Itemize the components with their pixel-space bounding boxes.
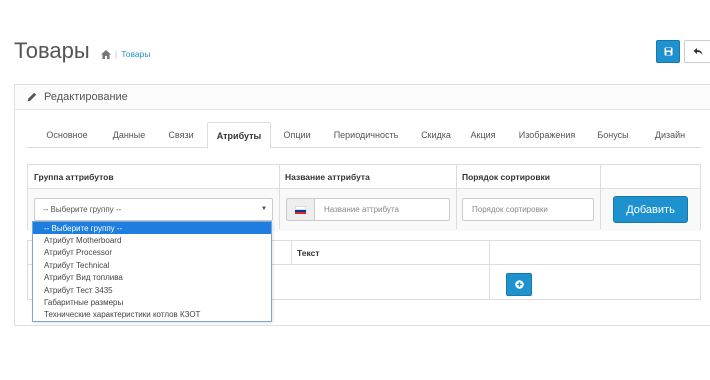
dropdown-option[interactable]: Атрибут Processor <box>33 247 271 259</box>
column-header-sort: Порядок сортировки <box>462 172 551 182</box>
dropdown-option[interactable]: Атрибут Motherboard <box>33 234 271 246</box>
column-header-name: Название аттрибута <box>285 172 370 182</box>
add-attribute-row-button[interactable] <box>506 273 532 296</box>
back-button[interactable] <box>684 40 710 63</box>
language-flag-addon <box>286 198 314 221</box>
dropdown-option[interactable]: Атрибут Тест 3435 <box>33 284 271 296</box>
save-icon <box>664 47 672 56</box>
panel-heading: Редактирование <box>15 85 710 110</box>
tab-images[interactable]: Изображения <box>511 122 583 148</box>
dropdown-option[interactable]: Атрибут Technical <box>33 259 271 271</box>
tab-options[interactable]: Опции <box>277 122 317 148</box>
pencil-icon <box>27 92 37 102</box>
add-button[interactable]: Добавить <box>613 196 688 223</box>
dropdown-option[interactable]: Атрибут Вид топлива <box>33 272 271 284</box>
attribute-group-select-value: -- Выберите группу -- <box>43 205 122 214</box>
tab-special[interactable]: Акция <box>463 122 503 148</box>
attribute-name-input[interactable]: Название аттрибута <box>314 198 450 221</box>
tab-general[interactable]: Основное <box>37 122 97 148</box>
divider <box>600 165 601 229</box>
divider <box>489 241 490 299</box>
breadcrumb-separator: | <box>115 49 118 59</box>
divider <box>291 241 292 265</box>
sort-order-input[interactable]: Порядок сортировки <box>462 198 594 221</box>
tab-attributes[interactable]: Атрибуты <box>207 122 271 149</box>
panel-title: Редактирование <box>44 91 128 103</box>
attribute-group-dropdown[interactable]: -- Выберите группу -- Атрибут Motherboar… <box>32 221 272 322</box>
dropdown-option[interactable]: Технические характеристики котлов КЗОТ <box>33 309 271 321</box>
home-icon[interactable] <box>101 49 111 59</box>
column-header-text: Текст <box>297 248 320 258</box>
attribute-group-select[interactable]: -- Выберите группу -- ▼ <box>34 198 273 221</box>
plus-circle-icon <box>514 280 524 289</box>
russian-flag-icon <box>295 205 306 214</box>
caret-down-icon: ▼ <box>261 206 267 212</box>
tab-data[interactable]: Данные <box>103 122 155 148</box>
breadcrumb-link-products[interactable]: Товары <box>121 49 150 59</box>
column-header-group: Группа аттрибутов <box>34 172 114 182</box>
tab-recurring[interactable]: Периодичность <box>323 122 409 148</box>
dropdown-option[interactable]: Габаритные размеры <box>33 296 271 308</box>
tab-reward[interactable]: Бонусы <box>589 122 637 148</box>
dropdown-option[interactable]: -- Выберите группу -- <box>33 222 271 235</box>
divider <box>279 165 280 229</box>
tab-bar: Основное Данные Связи Атрибуты Опции Пер… <box>27 122 701 149</box>
tab-design[interactable]: Дизайн <box>641 122 699 148</box>
tab-discount[interactable]: Скидка <box>415 122 457 148</box>
page-title: Товары <box>14 38 90 63</box>
reply-icon <box>693 48 703 55</box>
breadcrumb: | Товары <box>101 49 150 59</box>
tab-links[interactable]: Связи <box>159 122 203 148</box>
page: Товары | Товары Редактирование Основное … <box>0 0 710 380</box>
save-button[interactable] <box>656 40 680 63</box>
divider <box>456 165 457 229</box>
